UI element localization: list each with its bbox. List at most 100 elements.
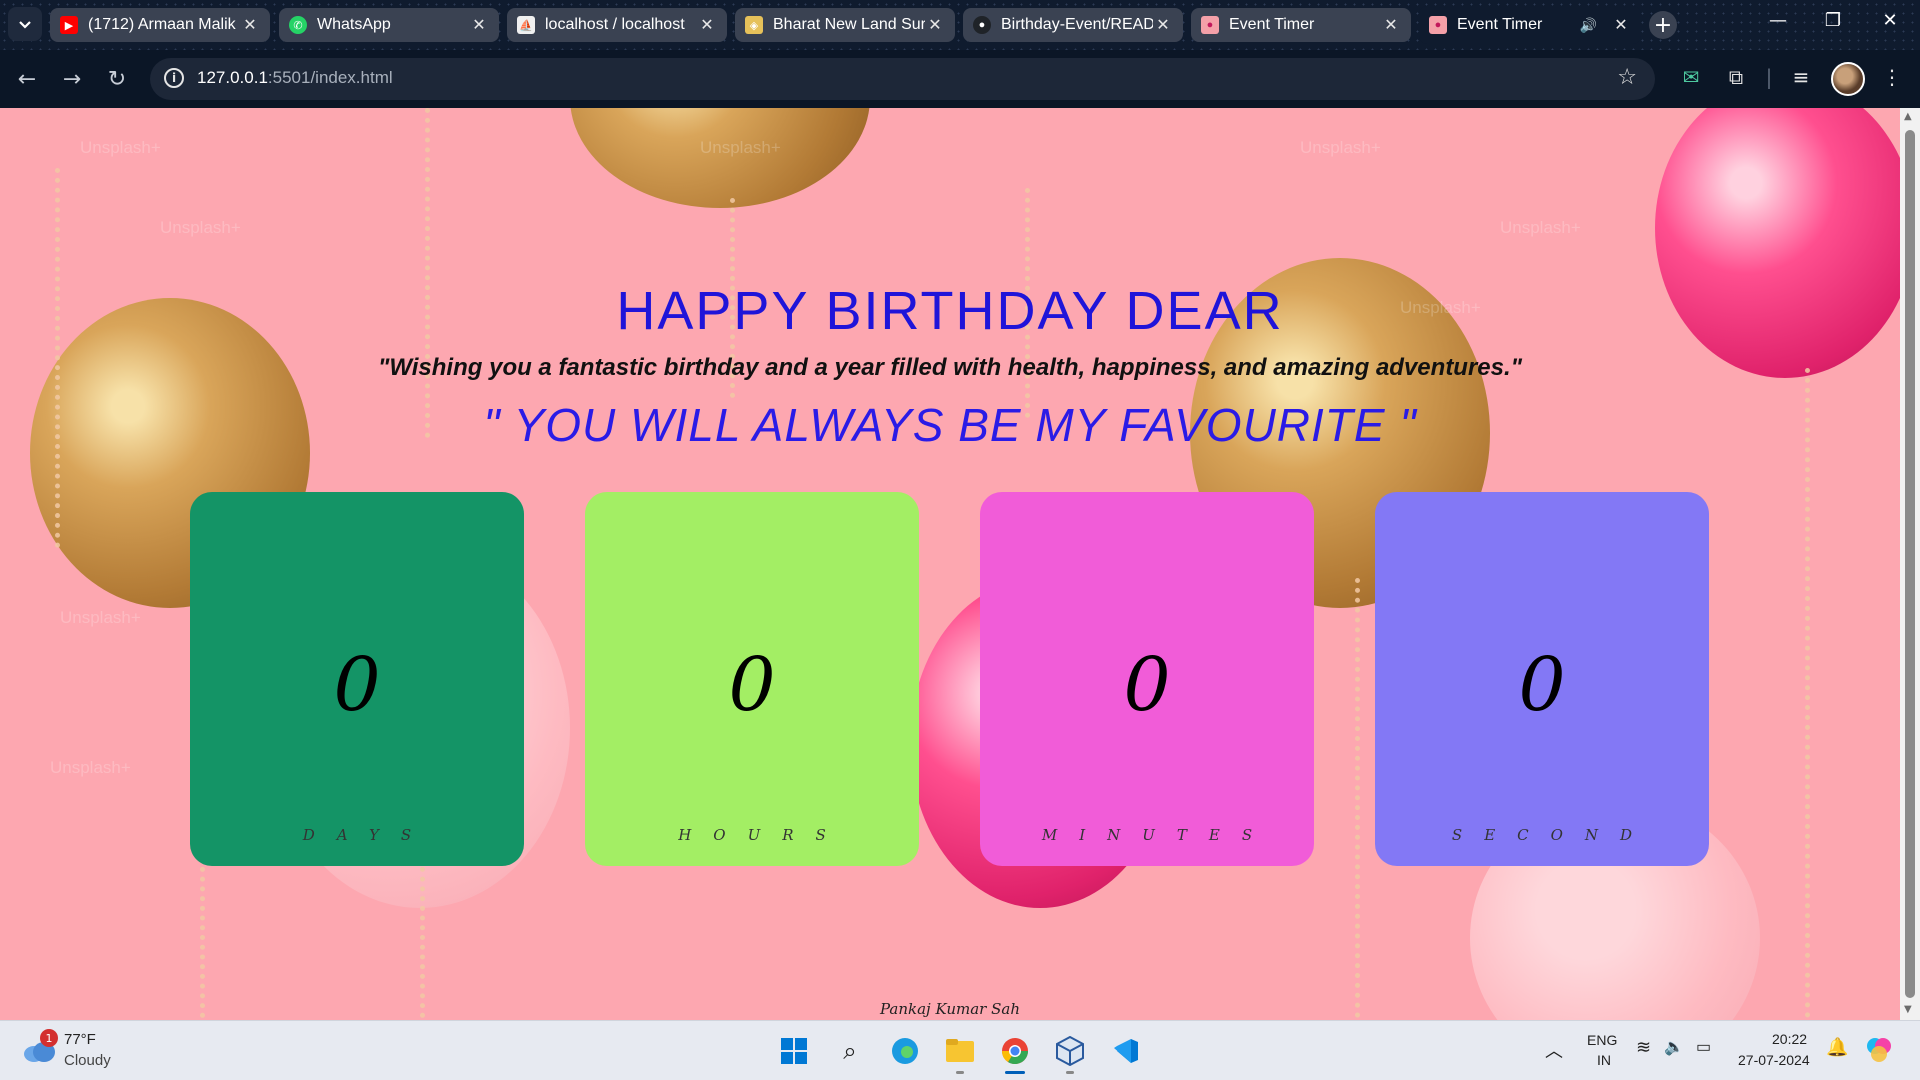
balloon-icon: ● <box>1429 16 1447 34</box>
tab-close-icon[interactable]: ✕ <box>1381 15 1401 35</box>
site-info-icon[interactable]: i <box>164 68 184 88</box>
app-running-indicator <box>1066 1071 1074 1074</box>
tab-event-timer-active[interactable]: ● Event Timer 🔊 ✕ <box>1419 6 1641 44</box>
tab-close-icon[interactable]: ✕ <box>1611 15 1631 35</box>
tab-close-icon[interactable]: ✕ <box>925 15 945 35</box>
language-indicator-bottom[interactable]: IN <box>1597 1052 1611 1068</box>
hours-value: 0 <box>728 642 776 728</box>
tab-close-icon[interactable]: ✕ <box>1153 15 1173 35</box>
speaker-icon[interactable]: 🔊 <box>1580 17 1597 34</box>
gold-balloon <box>570 108 870 208</box>
tab-close-icon[interactable]: ✕ <box>469 15 489 35</box>
scrollbar-thumb[interactable] <box>1905 130 1915 998</box>
browser-toolbar: ← → ↻ i 127.0.0.1:5501/index.html ☆ ✉ ⧉ … <box>0 50 1920 108</box>
watermark: Unsplash+ <box>1500 218 1581 237</box>
tab-whatsapp[interactable]: ✆ WhatsApp ✕ <box>279 8 499 42</box>
tab-event-timer-1[interactable]: ● Event Timer ✕ <box>1191 8 1411 42</box>
watermark: Unsplash+ <box>80 138 161 157</box>
ribbon <box>1355 578 1360 1018</box>
ribbon <box>425 108 430 438</box>
reload-button[interactable]: ↻ <box>101 63 133 95</box>
countdown-seconds-card: 0 SECOND <box>1375 492 1709 866</box>
media-controls-icon[interactable]: ≡ <box>1787 65 1815 89</box>
windows-taskbar: 1 77°F Cloudy ⌕ ︿ ENG IN ≋ 🔈 ▭ 20:22 27-… <box>0 1020 1920 1080</box>
back-button[interactable]: ← <box>11 63 43 95</box>
hours-label: HOURS <box>678 826 848 844</box>
watermark: Unsplash+ <box>160 218 241 237</box>
battery-icon[interactable]: ▭ <box>1696 1037 1711 1057</box>
watermark: Unsplash+ <box>700 138 781 157</box>
tab-title: (1712) Armaan Malik <box>88 16 236 33</box>
clock-time[interactable]: 20:22 <box>1772 1031 1807 1047</box>
watermark: Unsplash+ <box>1300 138 1381 157</box>
countdown-minutes-card: 0 MINUTES <box>980 492 1314 866</box>
author-credit: Pankaj Kumar Sah <box>880 1000 1020 1018</box>
balloon-icon: ● <box>1201 16 1219 34</box>
tab-title: Event Timer <box>1229 16 1315 33</box>
seconds-value: 0 <box>1518 642 1566 728</box>
notification-bell-icon[interactable]: 🔔 <box>1826 1037 1848 1058</box>
favourite-quote: " YOU WILL ALWAYS BE MY FAVOURITE " <box>483 399 1417 451</box>
minimize-icon[interactable]: — <box>1763 10 1793 31</box>
copilot-icon[interactable] <box>1865 1036 1893 1069</box>
start-windows-icon[interactable] <box>776 1033 812 1069</box>
days-label: DAYS <box>302 826 434 844</box>
forward-button[interactable]: → <box>56 63 88 95</box>
close-window-icon[interactable]: ✕ <box>1875 10 1905 31</box>
edge-browser-icon[interactable] <box>887 1033 923 1069</box>
virtualbox-cube-icon[interactable] <box>1052 1033 1088 1074</box>
scroll-down-arrow-icon[interactable]: ▼ <box>1904 1004 1912 1015</box>
tab-bharat-land[interactable]: ◈ Bharat New Land Sur ✕ <box>735 8 955 42</box>
address-bar[interactable]: i 127.0.0.1:5501/index.html ☆ <box>150 58 1655 100</box>
toolbar-divider: | <box>1765 65 1773 89</box>
phpmyadmin-icon: ⛵ <box>517 16 535 34</box>
profile-avatar[interactable] <box>1831 62 1865 96</box>
tab-close-icon[interactable]: ✕ <box>240 15 260 35</box>
birthday-wish: "Wishing you a fantastic birthday and a … <box>377 354 1523 381</box>
vscode-icon[interactable] <box>1107 1033 1143 1069</box>
tab-title: WhatsApp <box>317 16 391 33</box>
whatsapp-icon: ✆ <box>289 16 307 34</box>
tab-localhost[interactable]: ⛵ localhost / localhost ✕ <box>507 8 727 42</box>
tab-github[interactable]: ● Birthday-Event/READ ✕ <box>963 8 1183 42</box>
countdown-days-card: 0 DAYS <box>190 492 524 866</box>
weather-temperature[interactable]: 77°F <box>64 1031 96 1048</box>
mail-extension-icon[interactable]: ✉ <box>1677 65 1705 89</box>
file-explorer-icon[interactable] <box>942 1033 978 1074</box>
restore-icon[interactable]: ❐ <box>1818 10 1848 31</box>
app-running-indicator <box>1005 1071 1025 1074</box>
chrome-browser-icon[interactable] <box>997 1033 1033 1074</box>
language-indicator-top[interactable]: ENG <box>1587 1032 1617 1048</box>
minutes-value: 0 <box>1123 642 1171 728</box>
scroll-up-arrow-icon[interactable]: ▲ <box>1904 111 1912 122</box>
tab-title: localhost / localhost <box>545 16 685 33</box>
tab-close-icon[interactable]: ✕ <box>697 15 717 35</box>
days-value: 0 <box>333 642 381 728</box>
bookmark-star-icon[interactable]: ☆ <box>1617 65 1637 90</box>
app-running-indicator <box>956 1071 964 1074</box>
tab-search-button[interactable] <box>8 7 42 41</box>
watermark: Unsplash+ <box>60 608 141 627</box>
weather-notification-badge: 1 <box>40 1029 58 1047</box>
volume-icon[interactable]: 🔈 <box>1664 1037 1684 1057</box>
youtube-icon: ▶ <box>60 16 78 34</box>
tab-youtube[interactable]: ▶ (1712) Armaan Malik ✕ <box>50 8 270 42</box>
search-icon[interactable]: ⌕ <box>832 1033 868 1069</box>
wifi-icon[interactable]: ≋ <box>1636 1037 1651 1058</box>
tab-title: Bharat New Land Sur <box>773 16 925 33</box>
tab-title: Event Timer <box>1457 16 1543 33</box>
tab-strip: ▶ (1712) Armaan Malik ✕ ✆ WhatsApp ✕ ⛵ l… <box>0 0 1920 50</box>
chevron-down-icon <box>19 21 31 29</box>
weather-condition[interactable]: Cloudy <box>64 1052 111 1069</box>
clock-date[interactable]: 27-07-2024 <box>1738 1052 1810 1068</box>
menu-kebab-icon[interactable]: ⋮ <box>1878 65 1906 89</box>
show-hidden-icons-chevron-icon[interactable]: ︿ <box>1545 1037 1563 1063</box>
page-title: HAPPY BIRTHDAY DEAR <box>616 281 1284 341</box>
url-text[interactable]: 127.0.0.1:5501/index.html <box>197 68 393 88</box>
countdown-hours-card: 0 HOURS <box>585 492 919 866</box>
new-tab-button[interactable]: + <box>1649 11 1677 39</box>
extensions-puzzle-icon[interactable]: ⧉ <box>1722 65 1750 89</box>
ribbon <box>1805 368 1810 1018</box>
vertical-scrollbar[interactable]: ▲ ▼ <box>1900 108 1920 1020</box>
watermark: Unsplash+ <box>50 758 131 777</box>
